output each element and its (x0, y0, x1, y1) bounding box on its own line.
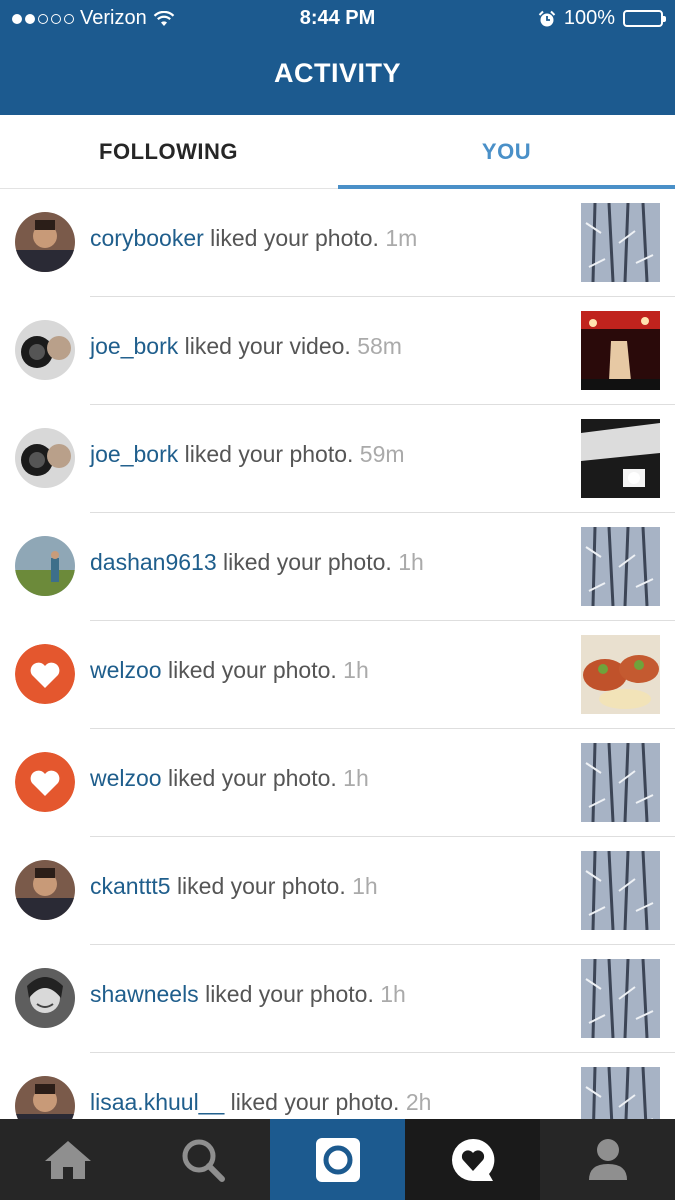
notification-text: lisaa.khuul__ liked your photo. 2h (90, 1089, 431, 1116)
timestamp: 2h (405, 1089, 432, 1115)
battery-icon (623, 10, 666, 27)
notification-row[interactable]: joe_bork liked your video. 58m (0, 297, 675, 405)
post-thumbnail[interactable] (581, 1067, 660, 1119)
avatar[interactable] (15, 968, 75, 1028)
header-bar: Verizon 8:44 PM 100% ACTIVITY (0, 0, 675, 115)
timestamp: 1h (343, 657, 369, 683)
timestamp: 1h (352, 873, 378, 899)
username-link[interactable]: welzoo (90, 765, 162, 791)
avatar[interactable] (15, 212, 75, 272)
camera-icon (315, 1137, 360, 1182)
notification-row[interactable]: dashan9613 liked your photo. 1h (0, 513, 675, 621)
nav-profile-button[interactable] (540, 1119, 675, 1200)
username-link[interactable]: dashan9613 (90, 549, 217, 575)
notification-row[interactable]: lisaa.khuul__ liked your photo. 2h (0, 1053, 675, 1119)
nav-search-button[interactable] (135, 1119, 270, 1200)
notification-action: liked your video. (184, 333, 351, 359)
post-thumbnail[interactable] (581, 851, 660, 930)
timestamp: 1m (385, 225, 418, 251)
notification-action: liked your photo. (168, 657, 337, 683)
notification-action: liked your photo. (205, 981, 374, 1007)
activity-heart-icon (451, 1138, 494, 1181)
notification-action: liked your photo. (184, 441, 354, 467)
notification-action: liked your photo. (223, 549, 392, 575)
post-thumbnail[interactable] (581, 527, 660, 606)
tab-you-label: YOU (481, 139, 532, 164)
notification-text: ckanttt5 liked your photo. 1h (90, 873, 378, 900)
username-link[interactable]: joe_bork (90, 441, 178, 467)
username-link[interactable]: welzoo (90, 657, 162, 683)
post-thumbnail[interactable] (581, 959, 660, 1038)
username-link[interactable]: shawneels (90, 981, 199, 1007)
notification-text: joe_bork liked your video. 58m (90, 333, 402, 360)
notification-list[interactable]: corybooker liked your photo. 1m joe_bork … (0, 189, 675, 1119)
notification-text: shawneels liked your photo. 1h (90, 981, 406, 1008)
tab-you[interactable]: YOU (338, 115, 675, 189)
avatar[interactable] (15, 752, 75, 812)
activity-tabs: FOLLOWING YOU (0, 115, 675, 189)
bottom-nav (0, 1119, 675, 1200)
notification-action: liked your photo. (176, 873, 346, 899)
notification-text: joe_bork liked your photo. 59m (90, 441, 405, 468)
timestamp: 1h (380, 981, 406, 1007)
notification-row[interactable]: welzoo liked your photo. 1h (0, 621, 675, 729)
home-icon (44, 1140, 91, 1179)
avatar[interactable] (15, 320, 75, 380)
avatar[interactable] (15, 1076, 75, 1119)
post-thumbnail[interactable] (581, 203, 660, 282)
status-right: 100% (538, 7, 666, 30)
username-link[interactable]: joe_bork (90, 333, 178, 359)
tab-following[interactable]: FOLLOWING (0, 115, 337, 189)
battery-label: 100% (563, 7, 615, 29)
username-link[interactable]: ckanttt5 (90, 873, 171, 899)
notification-text: dashan9613 liked your photo. 1h (90, 549, 424, 576)
profile-icon (588, 1138, 627, 1180)
notification-row[interactable]: welzoo liked your photo. 1h (0, 729, 675, 837)
avatar[interactable] (15, 428, 75, 488)
post-thumbnail[interactable] (581, 311, 660, 390)
nav-home-button[interactable] (0, 1119, 135, 1200)
post-thumbnail[interactable] (581, 743, 660, 822)
status-bar: Verizon 8:44 PM 100% (0, 0, 675, 38)
timestamp: 59m (359, 441, 405, 467)
avatar[interactable] (15, 536, 75, 596)
notification-action: liked your photo. (210, 225, 379, 251)
timestamp: 1h (398, 549, 424, 575)
notification-action: liked your photo. (168, 765, 337, 791)
avatar[interactable] (15, 644, 75, 704)
alarm-icon (538, 10, 556, 26)
timestamp: 1h (343, 765, 369, 791)
search-icon (182, 1139, 225, 1182)
notification-text: welzoo liked your photo. 1h (90, 657, 369, 684)
notification-text: welzoo liked your photo. 1h (90, 765, 369, 792)
post-thumbnail[interactable] (581, 419, 660, 498)
notification-row[interactable]: joe_bork liked your photo. 59m (0, 405, 675, 513)
timestamp: 58m (357, 333, 402, 359)
post-thumbnail[interactable] (581, 635, 660, 714)
notification-row[interactable]: corybooker liked your photo. 1m (0, 189, 675, 297)
notification-row[interactable]: shawneels liked your photo. 1h (0, 945, 675, 1053)
nav-activity-button[interactable] (405, 1119, 540, 1200)
notification-text: corybooker liked your photo. 1m (90, 225, 417, 252)
username-link[interactable]: corybooker (90, 225, 204, 251)
notification-row[interactable]: ckanttt5 liked your photo. 1h (0, 837, 675, 945)
avatar[interactable] (15, 860, 75, 920)
page-title: ACTIVITY (273, 58, 401, 88)
notification-action: liked your photo. (230, 1089, 400, 1115)
username-link[interactable]: lisaa.khuul__ (90, 1089, 224, 1115)
nav-camera-button[interactable] (270, 1119, 405, 1200)
